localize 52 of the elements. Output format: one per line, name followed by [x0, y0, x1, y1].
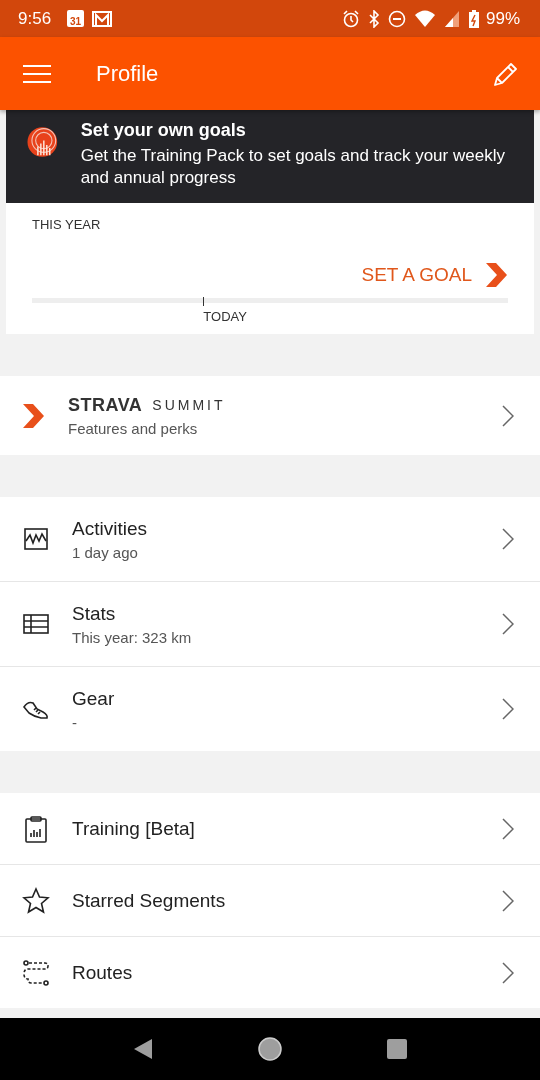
row-title: Stats [72, 602, 117, 625]
promo-text: Get the Training Pack to set goals and track your weekly and annual progress [80, 145, 506, 189]
menu-icon[interactable] [22, 63, 52, 84]
chevron-right-icon [502, 889, 514, 912]
chevron-right-icon [502, 961, 514, 984]
row-title: Activities [72, 517, 148, 540]
row-title: Training [Beta] [72, 817, 196, 840]
status-time: 9:56 [18, 8, 52, 29]
menu-row[interactable]: Starred Segments [0, 865, 540, 936]
menu-row[interactable]: Routes [0, 937, 540, 1008]
menu-row[interactable]: Gear - [0, 667, 540, 751]
dashed-route-icon [22, 958, 50, 987]
row-title: Gear [72, 687, 116, 710]
chevron-right-icon [502, 404, 514, 427]
menu-row[interactable]: Training [Beta] [0, 793, 540, 864]
star-icon [22, 886, 50, 915]
home-icon[interactable] [258, 1037, 282, 1061]
recents-icon[interactable] [387, 1039, 408, 1059]
product-name: SUMMIT [152, 397, 226, 413]
row-subtitle: This year: 323 km [72, 628, 193, 646]
row-title: Routes [72, 961, 134, 984]
chevron-logo-icon [22, 402, 46, 429]
alarm-icon [341, 9, 360, 28]
chevron-icon [484, 262, 508, 288]
bluetooth-icon [367, 9, 380, 28]
app-bar-title: Profile [96, 60, 160, 87]
today-label: TODAY [203, 309, 247, 324]
menu-row[interactable]: Stats This year: 323 km [0, 582, 540, 666]
promo-title: Set your own goals [80, 120, 247, 141]
menu-row[interactable]: Activities 1 day ago [0, 497, 540, 581]
row-subtitle: 1 day ago [72, 543, 139, 561]
chevron-right-icon [502, 698, 514, 720]
row-subtitle: - [72, 713, 78, 731]
clipboard-chart-icon [22, 814, 50, 843]
battery-icon [467, 8, 480, 29]
wifi-icon [413, 9, 436, 28]
signal-icon [443, 9, 460, 28]
summit-row[interactable]: STRAVA SUMMIT Features and perks [0, 376, 540, 455]
activity-chart-icon [22, 525, 50, 553]
chevron-right-icon [502, 528, 514, 550]
row-title: Starred Segments [72, 889, 227, 912]
mail-icon [92, 10, 113, 27]
back-icon[interactable] [132, 1038, 153, 1060]
row-subtitle: Features and perks [68, 419, 199, 437]
period-label: THIS YEAR [32, 217, 102, 232]
set-goal-button[interactable]: SET A GOAL [361, 262, 508, 288]
brand-logo: STRAVA [68, 394, 143, 416]
chevron-right-icon [502, 817, 514, 840]
calendar-icon: 31 [67, 10, 85, 27]
do-not-disturb-icon [387, 9, 406, 28]
battery-percent: 99% [485, 8, 520, 29]
chevron-right-icon [502, 613, 514, 635]
